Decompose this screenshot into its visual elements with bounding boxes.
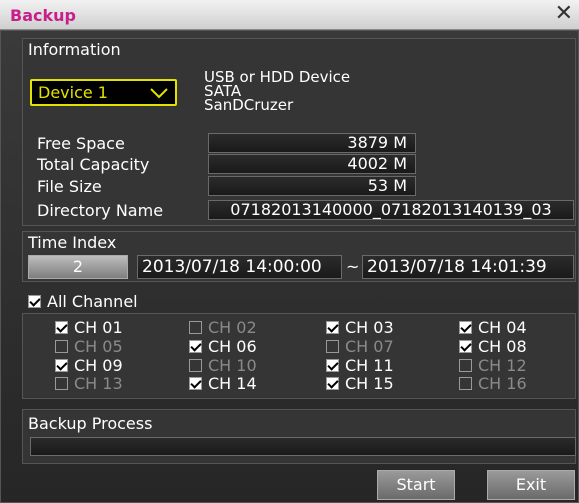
device-model: SanDCruzer: [204, 96, 294, 114]
channel-label: CH 01: [74, 318, 123, 337]
information-heading: Information: [28, 40, 121, 59]
checkbox-icon[interactable]: [326, 359, 339, 372]
checkbox-icon[interactable]: [459, 340, 472, 353]
total-capacity-value: 4002 M: [208, 154, 416, 174]
total-capacity-label: Total Capacity: [37, 155, 150, 174]
channel-checkbox-ch-01[interactable]: CH 01: [55, 318, 123, 337]
time-separator: ~: [346, 257, 360, 276]
checkbox-icon[interactable]: [55, 359, 68, 372]
time-index-heading: Time Index: [28, 233, 117, 252]
checkbox-icon[interactable]: [189, 359, 202, 372]
checkbox-icon[interactable]: [28, 295, 41, 308]
channel-checkbox-ch-04[interactable]: CH 04: [459, 318, 527, 337]
channel-label: CH 06: [208, 337, 257, 356]
channel-label: CH 12: [478, 356, 527, 375]
checkbox-icon[interactable]: [326, 377, 339, 390]
exit-button[interactable]: Exit: [487, 470, 575, 500]
channel-label: CH 07: [345, 337, 394, 356]
directory-name-value: 07182013140000_07182013140139_03: [208, 200, 574, 220]
channel-checkbox-ch-07[interactable]: CH 07: [326, 337, 394, 356]
channel-label: CH 04: [478, 318, 527, 337]
title-bar: Backup ✕: [0, 0, 579, 30]
channel-checkbox-ch-03[interactable]: CH 03: [326, 318, 394, 337]
checkbox-icon[interactable]: [459, 359, 472, 372]
channel-label: CH 11: [345, 356, 394, 375]
channel-checkbox-ch-16[interactable]: CH 16: [459, 374, 527, 393]
channel-checkbox-ch-11[interactable]: CH 11: [326, 356, 394, 375]
channel-label: CH 16: [478, 374, 527, 393]
file-size-value: 53 M: [208, 176, 416, 196]
free-space-value: 3879 M: [208, 133, 416, 153]
backup-progress-bar: [30, 437, 576, 456]
channel-label: CH 05: [74, 337, 123, 356]
checkbox-icon[interactable]: [55, 377, 68, 390]
free-space-label: Free Space: [37, 134, 125, 153]
time-index-button[interactable]: 2: [28, 255, 128, 279]
channel-checkbox-ch-05[interactable]: CH 05: [55, 337, 123, 356]
channel-checkbox-ch-02[interactable]: CH 02: [189, 318, 257, 337]
channel-label: CH 15: [345, 374, 394, 393]
start-button[interactable]: Start: [377, 470, 455, 500]
channel-label: CH 03: [345, 318, 394, 337]
chevron-down-icon: [150, 88, 168, 99]
checkbox-icon[interactable]: [55, 340, 68, 353]
directory-name-label: Directory Name: [37, 201, 164, 220]
checkbox-icon[interactable]: [189, 377, 202, 390]
channel-checkbox-ch-13[interactable]: CH 13: [55, 374, 123, 393]
backup-process-heading: Backup Process: [28, 414, 153, 433]
device-select-value: Device 1: [38, 83, 108, 102]
channel-checkbox-ch-15[interactable]: CH 15: [326, 374, 394, 393]
channel-label: CH 14: [208, 374, 257, 393]
channel-label: CH 08: [478, 337, 527, 356]
channel-checkbox-ch-10[interactable]: CH 10: [189, 356, 257, 375]
all-channel-label: All Channel: [47, 292, 138, 311]
file-size-label: File Size: [37, 177, 102, 196]
close-icon[interactable]: ✕: [555, 2, 573, 26]
checkbox-icon[interactable]: [459, 377, 472, 390]
channel-checkbox-ch-14[interactable]: CH 14: [189, 374, 257, 393]
checkbox-icon[interactable]: [326, 340, 339, 353]
channel-checkbox-ch-09[interactable]: CH 09: [55, 356, 123, 375]
checkbox-icon[interactable]: [189, 321, 202, 334]
device-select[interactable]: Device 1: [30, 79, 177, 106]
channel-checkbox-ch-12[interactable]: CH 12: [459, 356, 527, 375]
checkbox-icon[interactable]: [55, 321, 68, 334]
checkbox-icon[interactable]: [326, 321, 339, 334]
channel-checkbox-ch-06[interactable]: CH 06: [189, 337, 257, 356]
checkbox-icon[interactable]: [189, 340, 202, 353]
end-time-field[interactable]: 2013/07/18 14:01:39: [362, 255, 574, 279]
all-channel-checkbox[interactable]: All Channel: [28, 292, 138, 311]
window-title: Backup: [10, 6, 76, 25]
channel-label: CH 10: [208, 356, 257, 375]
device-info: USB or HDD Device SATA SanDCruzer: [204, 70, 350, 114]
channel-label: CH 09: [74, 356, 123, 375]
channel-checkbox-ch-08[interactable]: CH 08: [459, 337, 527, 356]
start-time-field[interactable]: 2013/07/18 14:00:00: [137, 255, 342, 279]
checkbox-icon[interactable]: [459, 321, 472, 334]
channel-label: CH 13: [74, 374, 123, 393]
information-panel: [22, 38, 576, 226]
channel-label: CH 02: [208, 318, 257, 337]
